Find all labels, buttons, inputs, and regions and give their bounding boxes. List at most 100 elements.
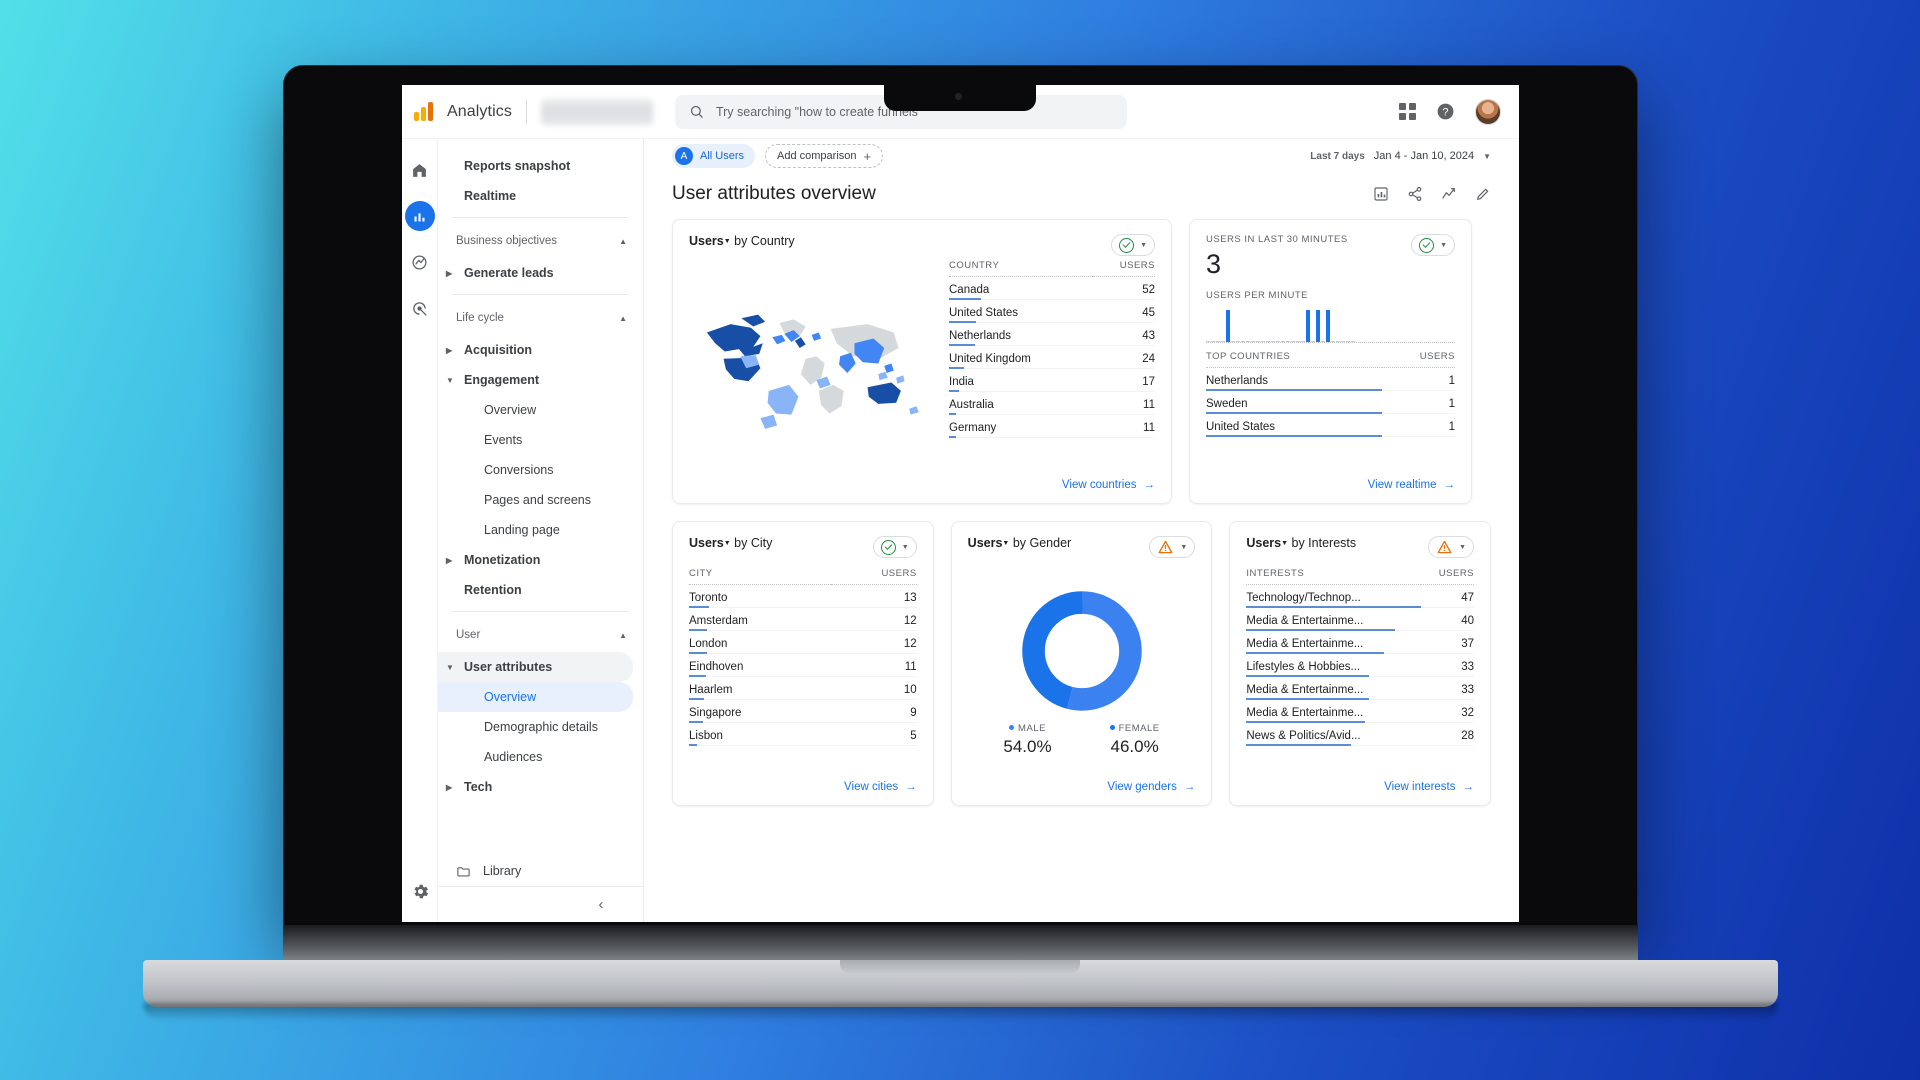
add-comparison-button[interactable]: Add comparison + [765,144,884,168]
edit-pencil-icon[interactable] [1475,186,1491,202]
status-badge-ok[interactable]: ▼ [1411,234,1455,256]
table-row[interactable]: Netherlands 1 [1206,367,1455,391]
sidebar-item-landing-page[interactable]: Landing page [438,515,643,545]
upm-bar [1211,341,1215,342]
sidebar-item-monetization[interactable]: ▶ Monetization [438,545,643,575]
help-icon[interactable]: ? [1436,102,1455,121]
sidebar-item-pages-and-screens[interactable]: Pages and screens [438,485,643,515]
view-cities-link[interactable]: View cities → [673,781,933,805]
world-map[interactable] [689,260,939,479]
caret-right-icon: ▶ [446,782,453,792]
insights-icon[interactable] [1373,186,1389,202]
table-row[interactable]: Technology/Technop... 47 [1246,584,1475,608]
row-bar [1246,744,1351,746]
card-title-metric[interactable]: Users [1246,536,1281,550]
card-users-last-30-minutes: USERS IN LAST 30 MINUTES 3 ▼ USERS PER M… [1189,219,1472,504]
table-row[interactable]: Lifestyles & Hobbies... 33 [1246,653,1475,677]
sidebar-item-user-attributes[interactable]: ▼ User attributes [438,652,633,682]
table-row[interactable]: Netherlands 43 [949,322,1155,346]
card-title-metric[interactable]: Users [689,234,724,248]
status-badge-warning[interactable]: ▼ [1428,536,1475,558]
rail-item-reports[interactable] [404,201,435,231]
sidebar-item-events[interactable]: Events [438,425,643,455]
sidebar-item-demographic-details[interactable]: Demographic details [438,712,643,742]
card-title-metric[interactable]: Users [968,536,1003,550]
sidebar-item-generate-leads[interactable]: ▶ Generate leads [438,258,643,288]
table-row[interactable]: Amsterdam 12 [689,607,917,631]
table-row[interactable]: Haarlem 10 [689,676,917,700]
table-row[interactable]: United States 45 [949,299,1155,323]
avatar[interactable] [1475,98,1501,125]
page-title: User attributes overview [672,183,876,204]
sidebar-item-overview[interactable]: Overview [438,395,643,425]
donut-svg [1021,590,1142,711]
chip-all-users[interactable]: A All Users [672,144,756,168]
table-row[interactable]: United Kingdom 24 [949,345,1155,369]
table-row[interactable]: Media & Entertainme... 40 [1246,607,1475,631]
view-genders-link[interactable]: View genders → [952,781,1212,805]
sidebar-item-reports-snapshot[interactable]: Reports snapshot [438,151,643,181]
table-row[interactable]: Media & Entertainme... 33 [1246,676,1475,700]
table-row[interactable]: Toronto 13 [689,584,917,608]
view-realtime-link[interactable]: View realtime → [1190,479,1471,503]
sidebar-section-user[interactable]: User ▲ [438,618,643,652]
table-row[interactable]: United States 1 [1206,413,1455,437]
status-badge-ok[interactable]: ▼ [872,536,917,558]
upm-bar [1296,341,1300,342]
apps-grid-icon[interactable] [1399,103,1416,120]
rail-item-explore[interactable] [405,247,435,277]
table-row[interactable]: Media & Entertainme... 32 [1246,699,1475,723]
sidebar-item-tech[interactable]: ▶ Tech [438,772,643,802]
share-icon[interactable] [1407,186,1423,202]
sidebar-item-retention[interactable]: Retention [438,575,643,605]
row-value: 11 [1092,391,1155,415]
rail-item-home[interactable] [405,155,435,185]
caret-down-icon: ▼ [446,375,454,385]
table-row[interactable]: Media & Entertainme... 37 [1246,630,1475,654]
sidebar-item-acquisition[interactable]: ▶ Acquisition [438,335,643,365]
table-row[interactable]: Lisbon 5 [689,722,917,746]
table-row[interactable]: Canada 52 [949,276,1155,300]
rail-item-advertising[interactable] [405,293,435,323]
table-row[interactable]: Germany 11 [949,414,1155,438]
sidebar-item-overview[interactable]: Overview [438,682,633,712]
sidebar-item-realtime[interactable]: Realtime [438,181,643,211]
status-badge-warning[interactable]: ▼ [1149,536,1196,558]
sidebar-section-business-objectives[interactable]: Business objectives ▲ [438,224,643,258]
table-row[interactable]: Singapore 9 [689,699,917,723]
col-users: USERS [831,568,917,585]
row-value: 17 [1092,368,1155,392]
table-row[interactable]: India 17 [949,368,1155,392]
upm-bar [1266,341,1270,342]
col-users: USERS [1421,568,1475,585]
folder-icon [457,866,470,876]
cards-row-top: Users▼ by Country ▼ COUNTRY USERS Canada… [644,219,1519,504]
card-title-dimension: by Country [730,234,795,248]
table-row[interactable]: London 12 [689,630,917,654]
settings-gear-icon[interactable] [405,876,435,906]
table-row[interactable]: Australia 11 [949,391,1155,415]
arrow-right-icon: → [1443,479,1456,491]
table-row[interactable]: Sweden 1 [1206,390,1455,414]
table-row[interactable]: News & Politics/Avid... 28 [1246,722,1475,746]
view-interests-link[interactable]: View interests → [1230,781,1490,805]
sidebar-item-engagement[interactable]: ▼ Engagement [438,365,643,395]
view-countries-link[interactable]: View countries → [673,479,1171,503]
sidebar-collapse-button[interactable]: ‹ [438,886,644,922]
sidebar-section-life-cycle[interactable]: Life cycle ▲ [438,301,643,335]
gender-donut-chart[interactable]: MALE 54.0% FEMALE 46.0% [952,558,1212,781]
property-selector[interactable] [540,98,653,125]
date-range-picker[interactable]: Last 7 days Jan 4 - Jan 10, 2024 ▼ [1310,150,1491,162]
sidebar-item-conversions[interactable]: Conversions [438,455,643,485]
sidebar-item-audiences[interactable]: Audiences [438,742,643,772]
users-per-minute-chart [1206,309,1455,343]
card-title-metric[interactable]: Users [689,536,724,550]
card-title: Users▼ by Gender [968,536,1072,550]
sidebar-item-library[interactable]: Library [438,856,644,886]
compare-trend-icon[interactable] [1441,186,1457,202]
table-row[interactable]: Eindhoven 11 [689,653,917,677]
card-title: Users▼ by Country [689,234,795,248]
status-badge-ok[interactable]: ▼ [1111,234,1155,256]
row-label: Netherlands [1206,367,1382,391]
card-title: Users▼ by Interests [1246,536,1356,550]
